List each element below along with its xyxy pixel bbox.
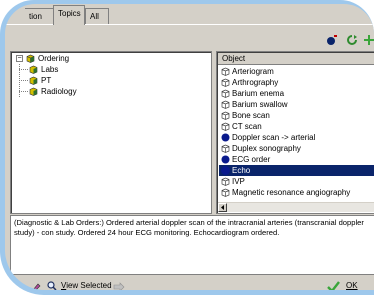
cube-outline-icon — [221, 67, 230, 76]
cube-icon — [29, 65, 38, 74]
object-list-item[interactable]: Barium swallow — [219, 99, 374, 110]
view-selected-label: View Selected — [61, 281, 112, 290]
refresh-icon[interactable] — [346, 34, 358, 46]
blue-ball-flag-icon[interactable] — [326, 34, 338, 46]
tab-topics-label: Topics — [58, 9, 81, 18]
tab-all-label: All — [90, 12, 99, 21]
object-list-item[interactable]: Barium enema — [219, 88, 374, 99]
cube-outline-icon — [221, 177, 230, 186]
tree-item-ordering[interactable]: Ordering — [38, 53, 69, 64]
object-list-item[interactable]: Arteriogram — [219, 66, 374, 77]
arrow-right-icon[interactable] — [113, 282, 125, 290]
scroll-left-button[interactable] — [218, 203, 227, 212]
cube-outline-icon — [221, 78, 230, 87]
horizontal-scrollbar[interactable] — [218, 202, 374, 212]
tree-item-label: Labs — [41, 65, 59, 74]
object-list-item-label: Arthrography — [232, 78, 279, 87]
tree-item-labs[interactable]: Labs — [41, 64, 58, 75]
object-list-item[interactable]: Arthrography — [219, 77, 374, 88]
dialog-client: tion Topics All − Ordering Labs PT Radio… — [5, 4, 374, 290]
object-list-item[interactable]: Doppler scan -> arterial — [219, 132, 374, 143]
tab-section-label: tion — [29, 12, 42, 21]
arrow-left-icon — [221, 205, 224, 210]
blue-dot-icon — [221, 133, 230, 142]
cube-outline-icon — [221, 100, 230, 109]
tab-section[interactable]: tion — [25, 8, 55, 24]
ok-label: OK — [346, 281, 358, 290]
bottom-bar: View Selected OK — [5, 275, 374, 290]
tree-line — [19, 91, 28, 92]
blue-dot-icon — [221, 166, 230, 175]
object-list-item-label: Barium swallow — [232, 100, 288, 109]
cube-icon — [29, 87, 38, 96]
tab-topics[interactable]: Topics — [53, 5, 85, 25]
object-list-item-label: Doppler scan -> arterial — [232, 133, 316, 142]
object-list-item-label: Magnetic resonance angiography — [232, 188, 351, 197]
object-list-item[interactable]: Duplex sonography — [219, 143, 374, 154]
object-list-item-label: Bone scan — [232, 111, 270, 120]
object-list-item[interactable]: Echo — [219, 165, 374, 176]
object-list-item[interactable]: IVP — [219, 176, 374, 187]
object-list-item-label: ECG order — [232, 155, 271, 164]
column-header-label: Object — [222, 54, 246, 63]
object-list-item-label: Barium enema — [232, 89, 285, 98]
cube-outline-icon — [221, 89, 230, 98]
cube-icon — [26, 54, 35, 63]
tree-collapse-toggle[interactable]: − — [16, 55, 23, 62]
tab-all[interactable]: All — [85, 8, 109, 24]
tree-item-label: Radiology — [41, 87, 77, 96]
order-notes[interactable]: (Diagnostic & Lab Orders:) Ordered arter… — [10, 215, 374, 275]
topic-tree[interactable]: − Ordering Labs PT Radiology — [10, 51, 212, 214]
eraser-icon[interactable] — [31, 282, 41, 290]
object-list-item[interactable]: CT scan — [219, 121, 374, 132]
object-list-item-label: Duplex sonography — [232, 144, 301, 153]
cube-icon — [29, 76, 38, 85]
object-list-item-label: IVP — [232, 177, 245, 186]
tree-item-label: PT — [41, 76, 52, 85]
tree-item-radiology[interactable]: Radiology — [41, 86, 77, 97]
blue-dot-icon — [221, 155, 230, 164]
object-list-item-label: CT scan — [232, 122, 262, 131]
add-icon[interactable] — [363, 34, 374, 46]
order-notes-text: (Diagnostic & Lab Orders:) Ordered arter… — [14, 218, 364, 237]
tab-strip: tion Topics All — [5, 4, 374, 30]
object-list-item-label: Arteriogram — [232, 67, 274, 76]
object-list-item[interactable]: Magnetic resonance angiography — [219, 187, 374, 198]
magnifier-icon — [47, 281, 57, 290]
cube-outline-icon — [221, 122, 230, 131]
tree-item-label: Ordering — [38, 54, 70, 63]
object-list[interactable]: Object Arteriogram Arthrography Barium ene… — [216, 51, 374, 214]
checkmark-icon — [327, 281, 340, 290]
cube-outline-icon — [221, 111, 230, 120]
cube-outline-icon — [221, 144, 230, 153]
cube-outline-icon — [221, 188, 230, 197]
object-list-item[interactable]: ECG order — [219, 154, 374, 165]
object-column-header[interactable]: Object — [218, 53, 374, 65]
tree-line — [19, 80, 28, 81]
ok-button[interactable]: OK — [346, 280, 358, 290]
object-list-item[interactable]: Bone scan — [219, 110, 374, 121]
tree-item-pt[interactable]: PT — [41, 75, 51, 86]
object-list-item-label: Echo — [232, 166, 251, 175]
tree-line — [19, 69, 28, 70]
